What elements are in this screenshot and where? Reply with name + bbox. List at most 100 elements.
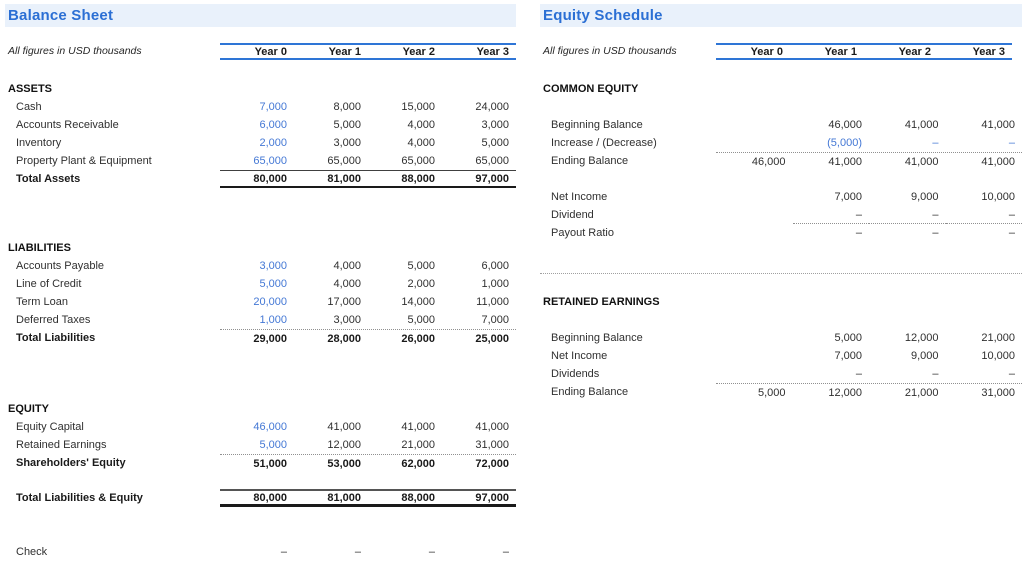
cell-year-1: 5,000 bbox=[294, 116, 368, 134]
column-header-year0: Year 0 bbox=[716, 45, 790, 58]
cell-year-3: 24,000 bbox=[442, 98, 516, 116]
total-row: Total Liabilities & Equity80,00081,00088… bbox=[5, 489, 516, 507]
row-values: (5,000)–– bbox=[716, 134, 1022, 152]
cell-year-3: 41,000 bbox=[442, 418, 516, 436]
cell-year-3: 7,000 bbox=[442, 311, 516, 329]
row-label: Equity Capital bbox=[5, 418, 220, 436]
cell-year-0 bbox=[220, 239, 294, 257]
row-values: 7,0009,00010,000 bbox=[716, 188, 1022, 206]
row-values: 7,0009,00010,000 bbox=[716, 347, 1022, 365]
cell-year-0 bbox=[716, 365, 793, 383]
table-row: Term Loan20,00017,00014,00011,000 bbox=[5, 293, 516, 311]
row-label: Increase / (Decrease) bbox=[540, 134, 716, 152]
cell-year-0: 7,000 bbox=[220, 98, 294, 116]
cell-year-3 bbox=[442, 80, 516, 98]
table-row: Ending Balance5,00012,00021,00031,000 bbox=[540, 383, 1022, 401]
cell-year-1 bbox=[793, 80, 870, 98]
cell-year-3: – bbox=[442, 543, 516, 561]
row-label: Total Liabilities & Equity bbox=[5, 489, 220, 507]
cell-year-0: 20,000 bbox=[220, 293, 294, 311]
year-column-headers: Year 0 Year 1 Year 2 Year 3 bbox=[716, 43, 1012, 60]
cell-year-2: 62,000 bbox=[368, 455, 442, 472]
row-label: Beginning Balance bbox=[540, 329, 716, 347]
cell-year-1: 53,000 bbox=[294, 455, 368, 472]
cell-year-1: 4,000 bbox=[294, 257, 368, 275]
table-row: Net Income7,0009,00010,000 bbox=[540, 347, 1022, 365]
total-row: Shareholders' Equity51,00053,00062,00072… bbox=[5, 454, 516, 472]
cell-year-2: 9,000 bbox=[869, 347, 946, 365]
cell-year-0: 5,000 bbox=[220, 436, 294, 454]
cell-year-0: 5,000 bbox=[220, 275, 294, 293]
spacer bbox=[5, 472, 516, 489]
cell-year-2: 5,000 bbox=[368, 257, 442, 275]
cell-year-0: 80,000 bbox=[220, 171, 294, 186]
cell-year-3 bbox=[946, 293, 1023, 311]
row-values: 80,00081,00088,00097,000 bbox=[220, 489, 516, 507]
row-values: ––– bbox=[716, 365, 1022, 383]
cell-year-2: 2,000 bbox=[368, 275, 442, 293]
cell-year-0: 3,000 bbox=[220, 257, 294, 275]
cell-year-3: 21,000 bbox=[946, 329, 1023, 347]
equity-schedule-subhead: All figures in USD thousands Year 0 Year… bbox=[540, 43, 1022, 60]
row-label: Total Liabilities bbox=[5, 329, 220, 347]
cell-year-0: 51,000 bbox=[220, 455, 294, 472]
row-values: 2,0003,0004,0005,000 bbox=[220, 134, 516, 152]
units-note: All figures in USD thousands bbox=[8, 45, 142, 57]
cell-year-2: 26,000 bbox=[368, 330, 442, 347]
cell-year-3: 41,000 bbox=[946, 116, 1023, 134]
cell-year-2: 65,000 bbox=[368, 152, 442, 170]
cell-year-2 bbox=[368, 400, 442, 418]
column-header-year0: Year 0 bbox=[220, 45, 294, 58]
column-header-year1: Year 1 bbox=[294, 45, 368, 58]
balance-sheet-body: ASSETSCash7,0008,00015,00024,000Accounts… bbox=[5, 60, 516, 561]
row-values: 65,00065,00065,00065,000 bbox=[220, 152, 516, 170]
table-row: Retained Earnings5,00012,00021,00031,000 bbox=[5, 436, 516, 454]
row-label: Shareholders' Equity bbox=[5, 454, 220, 472]
total-row: Total Liabilities29,00028,00026,00025,00… bbox=[5, 329, 516, 347]
cell-year-3: 6,000 bbox=[442, 257, 516, 275]
spacer bbox=[5, 507, 516, 543]
cell-year-2: 21,000 bbox=[869, 384, 946, 401]
row-label: Deferred Taxes bbox=[5, 311, 220, 329]
cell-year-3: – bbox=[946, 134, 1023, 152]
cell-year-1: – bbox=[793, 365, 870, 383]
equity-schedule-title-bar: Equity Schedule bbox=[540, 4, 1022, 27]
balance-sheet-subhead: All figures in USD thousands Year 0 Year… bbox=[5, 43, 516, 60]
section-header-row: COMMON EQUITY bbox=[540, 80, 1022, 98]
balance-sheet-panel: Balance Sheet All figures in USD thousan… bbox=[5, 4, 516, 561]
cell-year-1 bbox=[294, 400, 368, 418]
cell-year-0 bbox=[716, 293, 793, 311]
cell-year-0 bbox=[716, 134, 793, 152]
row-label: Ending Balance bbox=[540, 152, 716, 170]
cell-year-2: – bbox=[869, 365, 946, 383]
page-title: Balance Sheet bbox=[8, 7, 113, 24]
cell-year-0 bbox=[716, 224, 793, 242]
table-row: Payout Ratio––– bbox=[540, 224, 1022, 242]
cell-year-3 bbox=[946, 80, 1023, 98]
cell-year-0: 29,000 bbox=[220, 330, 294, 347]
table-row: Equity Capital46,00041,00041,00041,000 bbox=[5, 418, 516, 436]
cell-year-2: – bbox=[869, 134, 946, 152]
cell-year-2: 41,000 bbox=[869, 153, 946, 170]
cell-year-1: 3,000 bbox=[294, 134, 368, 152]
section-header-label: ASSETS bbox=[5, 80, 220, 98]
cell-year-0 bbox=[716, 116, 793, 134]
row-values: 51,00053,00062,00072,000 bbox=[220, 454, 516, 472]
table-row: Check–––– bbox=[5, 543, 516, 561]
cell-year-1: 4,000 bbox=[294, 275, 368, 293]
cell-year-0: – bbox=[220, 543, 294, 561]
row-values: 5,0004,0002,0001,000 bbox=[220, 275, 516, 293]
cell-year-0 bbox=[220, 80, 294, 98]
cell-year-3: 41,000 bbox=[946, 153, 1023, 170]
spacer bbox=[5, 188, 516, 239]
cell-year-3: 97,000 bbox=[442, 171, 516, 186]
table-row: Ending Balance46,00041,00041,00041,000 bbox=[540, 152, 1022, 170]
cell-year-3: 97,000 bbox=[442, 491, 516, 504]
row-label: Total Assets bbox=[5, 170, 220, 188]
cell-year-2: 41,000 bbox=[869, 116, 946, 134]
table-row: Accounts Payable3,0004,0005,0006,000 bbox=[5, 257, 516, 275]
spacer bbox=[5, 60, 516, 80]
cell-year-3: 3,000 bbox=[442, 116, 516, 134]
cell-year-1 bbox=[294, 239, 368, 257]
cell-year-0 bbox=[716, 206, 793, 224]
